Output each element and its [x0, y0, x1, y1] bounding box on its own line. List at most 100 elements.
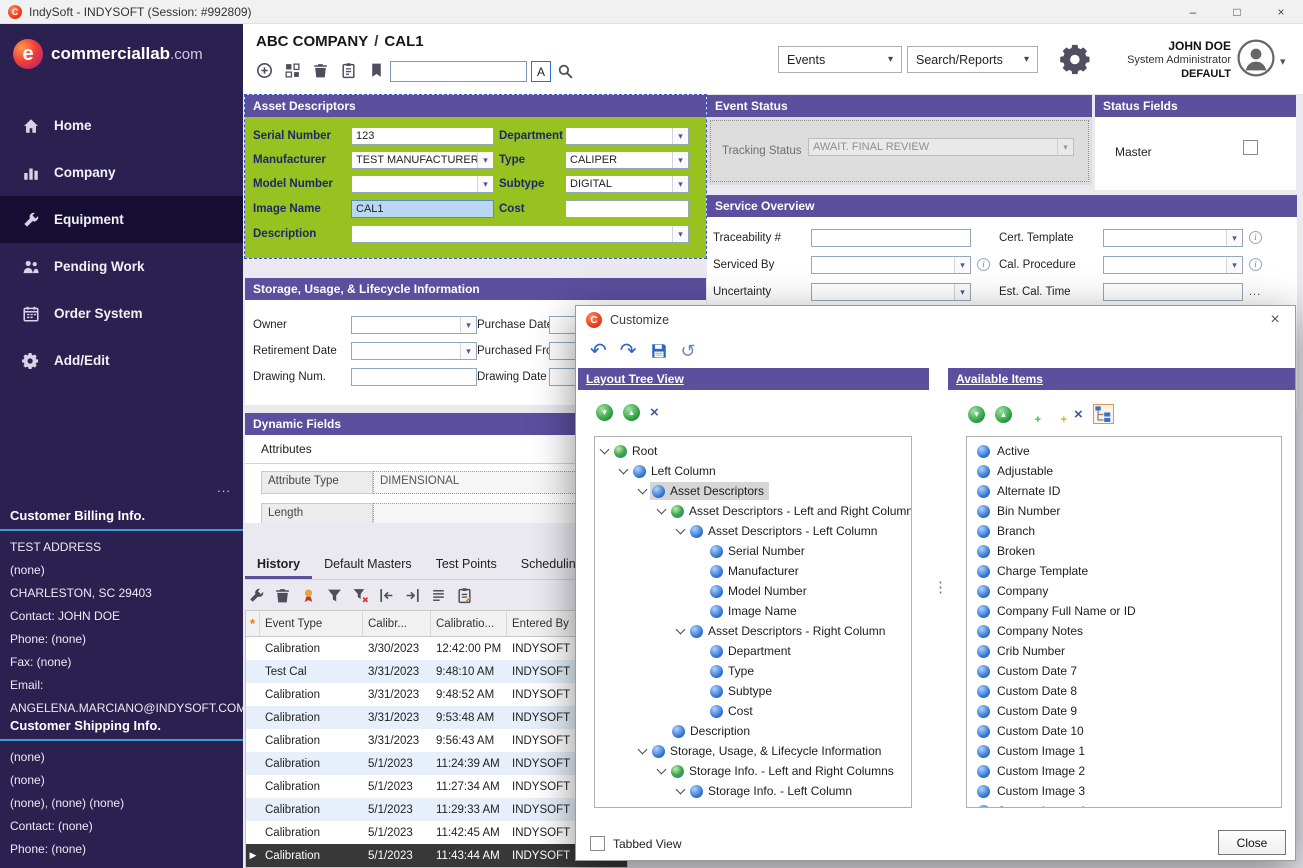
- list-item[interactable]: Custom Image 1: [977, 741, 1281, 761]
- text-field[interactable]: [565, 200, 689, 218]
- breadcrumb-company[interactable]: ABC COMPANY: [256, 33, 368, 50]
- delete-icon[interactable]: [274, 587, 291, 604]
- dropdown-arrow-icon[interactable]: ▾: [477, 152, 493, 168]
- list-item[interactable]: Company: [977, 581, 1281, 601]
- list-item[interactable]: Crib Number: [977, 641, 1281, 661]
- column-header[interactable]: Calibr...: [363, 611, 431, 636]
- certificate-icon[interactable]: [300, 587, 317, 604]
- tree-node[interactable]: Asset Descriptors - Left and Right Colum…: [595, 501, 911, 521]
- tree-node[interactable]: Asset Descriptors - Left Column: [595, 521, 911, 541]
- tree-node[interactable]: Asset Descriptors - Right Column: [595, 621, 911, 641]
- combo-field[interactable]: ▾: [351, 175, 494, 193]
- expander-icon[interactable]: [676, 524, 686, 534]
- close-button[interactable]: ×: [1259, 0, 1303, 24]
- clipboard-edit-icon[interactable]: [340, 62, 357, 79]
- combo-field[interactable]: ▾: [351, 225, 689, 243]
- expander-icon[interactable]: [638, 744, 648, 754]
- tab-attributes[interactable]: Attributes: [261, 442, 312, 456]
- dropdown-arrow-icon[interactable]: ▾: [460, 317, 476, 333]
- list-item[interactable]: Branch: [977, 521, 1281, 541]
- events-dropdown[interactable]: Events ▾: [778, 46, 902, 73]
- text-field[interactable]: CAL1: [351, 200, 494, 218]
- dropdown-arrow-icon[interactable]: ▾: [1226, 257, 1242, 273]
- user-block[interactable]: JOHN DOE System Administrator DEFAULT: [1091, 39, 1231, 81]
- info-icon[interactable]: i: [977, 258, 990, 271]
- tree-node[interactable]: Cost: [595, 701, 911, 721]
- close-button-dialog[interactable]: Close: [1218, 830, 1286, 855]
- move-up-icon[interactable]: ▴: [623, 404, 640, 421]
- table-row[interactable]: Calibration3/31/20239:53:48 AMINDYSOFT: [246, 706, 627, 729]
- text-field[interactable]: 123: [351, 127, 494, 145]
- column-header[interactable]: Calibratio...: [431, 611, 507, 636]
- list-item[interactable]: Custom Image 2: [977, 761, 1281, 781]
- combo-field[interactable]: ▾: [351, 342, 477, 360]
- match-case-button[interactable]: A: [531, 61, 551, 82]
- tree-view-toggle[interactable]: [1093, 404, 1114, 424]
- expander-icon[interactable]: [600, 444, 610, 454]
- list-item[interactable]: Broken: [977, 541, 1281, 561]
- expander-icon[interactable]: [676, 624, 686, 634]
- combo-field[interactable]: ▾: [351, 316, 477, 334]
- list-item[interactable]: Bin Number: [977, 501, 1281, 521]
- text-field[interactable]: [811, 229, 971, 247]
- master-checkbox[interactable]: [1243, 140, 1258, 155]
- list-item[interactable]: Adjustable: [977, 461, 1281, 481]
- tree-node[interactable]: Storage Info. - Left and Right Columns: [595, 761, 911, 781]
- tree-node[interactable]: Model Number: [595, 581, 911, 601]
- list-item[interactable]: Alternate ID: [977, 481, 1281, 501]
- search-reports-dropdown[interactable]: Search/Reports ▾: [907, 46, 1038, 73]
- table-row[interactable]: Calibration3/30/202312:42:00 PMINDYSOFT: [246, 637, 627, 660]
- expander-icon[interactable]: [638, 484, 648, 494]
- dialog-close-icon[interactable]: ×: [1263, 309, 1287, 331]
- remove-icon[interactable]: ×: [650, 405, 659, 420]
- expander-icon[interactable]: [676, 784, 686, 794]
- tree-node[interactable]: Subtype: [595, 681, 911, 701]
- expander-icon[interactable]: [619, 464, 629, 474]
- search-input[interactable]: [390, 61, 527, 82]
- tree-node[interactable]: Description: [595, 721, 911, 741]
- table-row[interactable]: Calibration5/1/202311:27:34 AMINDYSOFT: [246, 775, 627, 798]
- save-icon[interactable]: [650, 342, 668, 360]
- sidebar-collapse-control[interactable]: ...: [217, 480, 231, 495]
- list-item[interactable]: Custom Date 8: [977, 681, 1281, 701]
- expander-icon[interactable]: [657, 504, 667, 514]
- tracking-status-combo[interactable]: AWAIT. FINAL REVIEW ▾: [808, 138, 1074, 156]
- table-row[interactable]: Test Cal3/31/20239:48:10 AMINDYSOFT: [246, 660, 627, 683]
- combo-field[interactable]: ▾: [811, 283, 971, 301]
- combo-field[interactable]: TEST MANUFACTURER▾: [351, 151, 494, 169]
- list-item[interactable]: Charge Template: [977, 561, 1281, 581]
- combo-field[interactable]: CALIPER▾: [565, 151, 689, 169]
- combo-field[interactable]: ▾: [1103, 229, 1243, 247]
- remove-icon[interactable]: ×: [1074, 407, 1083, 422]
- move-down-icon[interactable]: ▾: [968, 406, 985, 423]
- add-icon[interactable]: [256, 62, 273, 79]
- tab-default-masters[interactable]: Default Masters: [312, 557, 424, 579]
- dropdown-arrow-icon[interactable]: ▾: [1226, 230, 1242, 246]
- tab-test-points[interactable]: Test Points: [424, 557, 509, 579]
- tab-history[interactable]: History: [245, 557, 312, 579]
- sidebar-item-company[interactable]: Company: [0, 149, 243, 196]
- search-icon[interactable]: [557, 63, 574, 80]
- layout-icon[interactable]: [284, 62, 301, 79]
- tree-node[interactable]: Manufacturer: [595, 561, 911, 581]
- info-icon[interactable]: i: [1249, 231, 1262, 244]
- tree-node[interactable]: Root: [595, 441, 911, 461]
- tree-node[interactable]: Storage Info. - Left Column: [595, 781, 911, 801]
- add-item-icon[interactable]: +: [1022, 407, 1038, 422]
- dropdown-arrow-icon[interactable]: ▾: [1057, 139, 1073, 155]
- user-menu-chevron-icon[interactable]: ▾: [1280, 55, 1286, 68]
- list-item[interactable]: Custom Image 4: [977, 801, 1281, 808]
- table-row[interactable]: Calibration3/31/20239:48:52 AMINDYSOFT: [246, 683, 627, 706]
- avatar[interactable]: [1237, 39, 1275, 77]
- dropdown-arrow-icon[interactable]: ▾: [477, 176, 493, 192]
- list-item[interactable]: Company Full Name or ID: [977, 601, 1281, 621]
- panel-splitter[interactable]: ⋮: [933, 578, 943, 596]
- combo-field[interactable]: ▾: [811, 256, 971, 274]
- table-row[interactable]: ▶Calibration5/1/202311:43:44 AMINDYSOFT: [246, 844, 627, 867]
- column-header[interactable]: Event Type: [260, 611, 363, 636]
- browse-ellipsis-button[interactable]: ...: [1249, 286, 1261, 298]
- tree-node[interactable]: Left Column: [595, 461, 911, 481]
- table-row[interactable]: Calibration3/31/20239:56:43 AMINDYSOFT: [246, 729, 627, 752]
- record-icon[interactable]: [456, 587, 473, 604]
- tree-node[interactable]: Department: [595, 641, 911, 661]
